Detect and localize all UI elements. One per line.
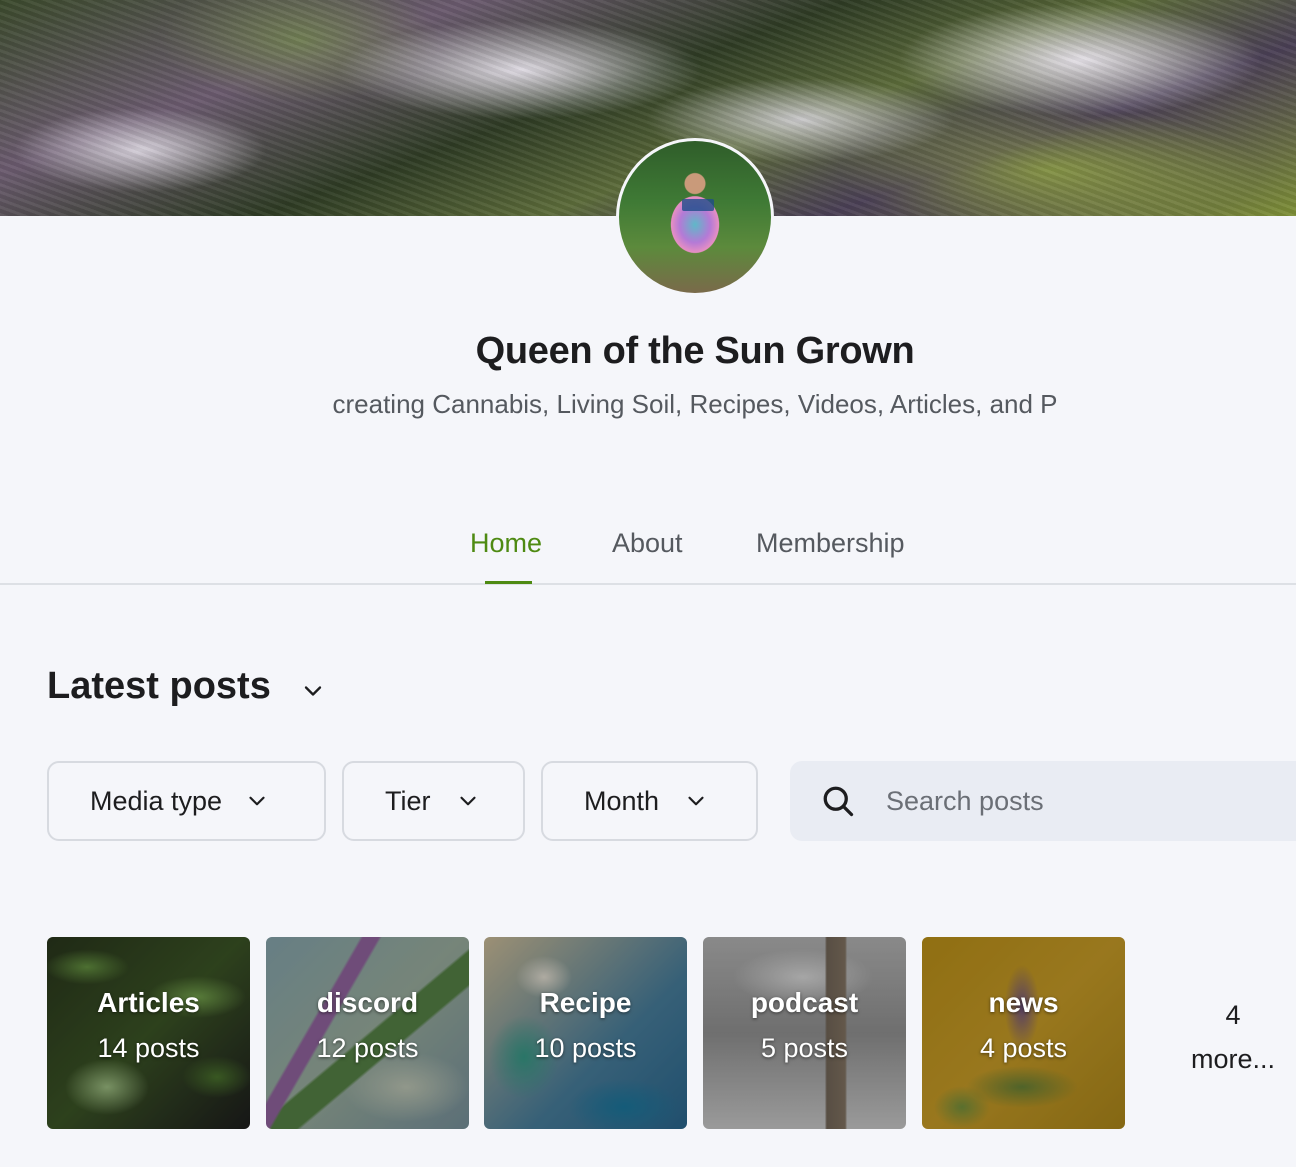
section-title: Latest posts	[47, 665, 271, 707]
filter-label: Month	[584, 785, 660, 816]
media-type-filter[interactable]: Media type	[47, 761, 326, 841]
tab-about[interactable]: About	[612, 525, 683, 583]
collection-name: news	[988, 986, 1059, 1018]
collection-name: podcast	[750, 986, 859, 1018]
chevron-down-icon	[249, 796, 265, 806]
collection-count: 5 posts	[760, 1032, 849, 1063]
tab-home[interactable]: Home	[470, 525, 542, 583]
avatar-shirt-print	[682, 199, 714, 211]
collection-count: 14 posts	[97, 1032, 200, 1063]
active-tab-indicator	[485, 581, 532, 584]
filter-label: Media type	[90, 785, 223, 816]
collection-discord[interactable]: discord 12 posts	[266, 937, 469, 1129]
creator-avatar[interactable]	[616, 138, 774, 296]
chevron-down-icon	[688, 796, 704, 806]
collection-count: 4 posts	[979, 1032, 1068, 1063]
creator-name: Queen of the Sun Grown	[475, 330, 915, 372]
collection-name: Recipe	[539, 986, 632, 1018]
creator-page: Queen of the Sun Grown creating Cannabis…	[0, 0, 1296, 1167]
creator-tagline: creating Cannabis, Living Soil, Recipes,…	[332, 389, 1058, 419]
collection-count: 12 posts	[316, 1032, 419, 1063]
filter-label: Tier	[385, 785, 431, 816]
profile-tabs: Home About Membership	[0, 525, 1296, 585]
collection-articles[interactable]: Articles 14 posts	[47, 937, 250, 1129]
more-count: 4	[1225, 1000, 1241, 1030]
collection-name: Articles	[97, 986, 200, 1018]
more-label: more...	[1190, 1044, 1276, 1074]
chevron-down-icon	[459, 796, 476, 806]
month-filter[interactable]: Month	[541, 761, 758, 841]
collection-recipe[interactable]: Recipe 10 posts	[484, 937, 687, 1129]
collection-podcast[interactable]: podcast 5 posts	[703, 937, 906, 1129]
collection-name: discord	[316, 986, 419, 1018]
collection-news[interactable]: news 4 posts	[922, 937, 1125, 1129]
more-collections-link[interactable]: 4 more...	[1170, 993, 1296, 1081]
search-input[interactable]	[886, 785, 1266, 817]
search-icon	[823, 786, 854, 817]
search-bar	[790, 761, 1296, 841]
tier-filter[interactable]: Tier	[342, 761, 525, 841]
collection-count: 10 posts	[534, 1032, 637, 1063]
tab-membership[interactable]: Membership	[756, 525, 905, 583]
chevron-down-icon[interactable]	[299, 677, 327, 705]
